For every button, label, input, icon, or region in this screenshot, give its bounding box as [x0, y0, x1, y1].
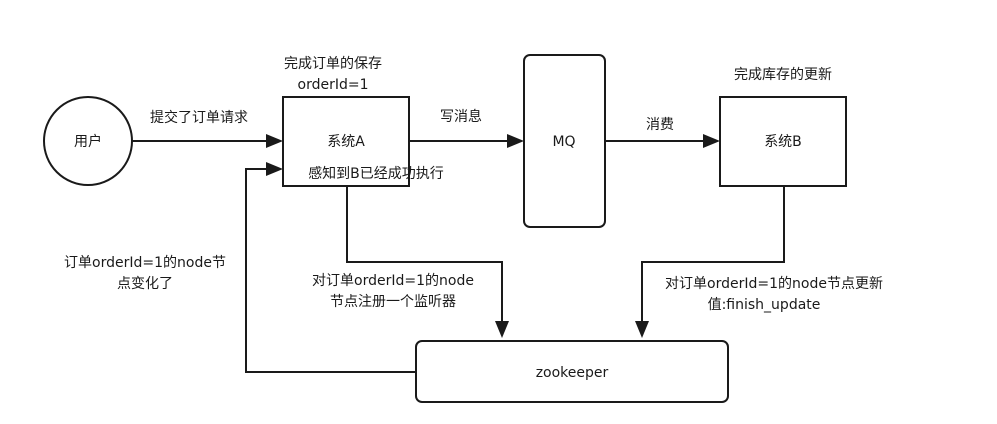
register-listener-label-line2: 节点注册一个监听器 [330, 294, 456, 310]
mq-label: MQ [552, 134, 575, 150]
arrowhead-system-b [703, 134, 720, 148]
submit-order-label: 提交了订单请求 [150, 109, 248, 126]
write-message-label: 写消息 [440, 108, 482, 125]
node-system-b: 系统B [719, 96, 847, 187]
arrowhead-system-a-notify [266, 162, 283, 176]
consume-label: 消费 [646, 117, 674, 133]
node-mq: MQ [523, 54, 606, 228]
zookeeper-label: zookeeper [536, 365, 609, 381]
update-node-label-line2: 值:finish_update [708, 297, 821, 313]
flow-diagram: 用户 系统A MQ 系统B zookeeper 提交了订单请求 完成订单的保存 … [43, 54, 883, 403]
save-order-label-line2: orderId=1 [298, 77, 369, 93]
update-node-label-line1: 对订单orderId=1的node节点更新 [665, 276, 883, 292]
register-listener-label-line1: 对订单orderId=1的node [312, 273, 474, 289]
edge-zookeeper-to-system-a [245, 168, 416, 373]
system-b-label: 系统B [764, 134, 802, 150]
inventory-done-label: 完成库存的更新 [734, 67, 832, 83]
arrowhead-zookeeper-left [495, 321, 509, 338]
system-a-label: 系统A [327, 134, 365, 150]
node-changed-label-line2: 点变化了 [117, 276, 173, 292]
arrowhead-system-a [266, 134, 283, 148]
sensed-b-done-label: 感知到B已经成功执行 [308, 165, 444, 182]
node-user: 用户 [43, 96, 133, 186]
node-zookeeper: zookeeper [415, 340, 729, 403]
arrowhead-zookeeper-right [635, 321, 649, 338]
node-changed-label-line1: 订单orderId=1的node节 [64, 255, 226, 271]
arrowhead-mq [507, 134, 524, 148]
save-order-label-line1: 完成订单的保存 [284, 56, 382, 72]
user-label: 用户 [74, 133, 102, 150]
